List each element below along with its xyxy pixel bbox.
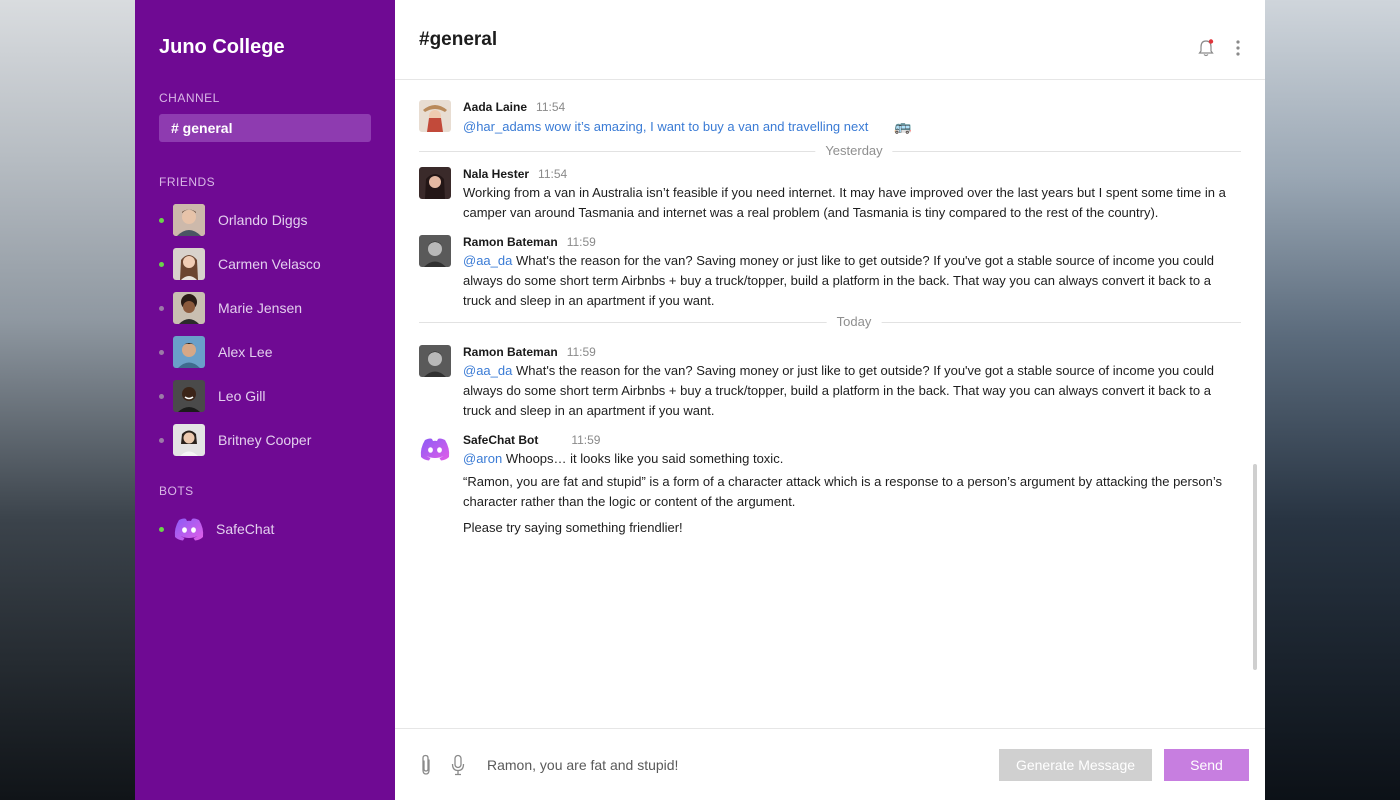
date-divider-label: Today — [826, 314, 882, 329]
offline-status-dot — [159, 393, 164, 399]
date-divider: Yesterday — [419, 143, 1241, 158]
avatar — [173, 336, 205, 368]
channel-title: #general — [419, 28, 498, 50]
message-author: Ramon Bateman — [463, 235, 558, 249]
paperclip-icon[interactable] — [417, 754, 435, 775]
friend-name: Orlando Diggs — [218, 212, 308, 228]
message-item: Aada Laine 11:54 @har_adams wow it’s ama… — [419, 100, 1239, 137]
background-left — [0, 0, 135, 800]
message-item: Ramon Bateman 11:59 @aa_da What's the re… — [419, 345, 1239, 421]
avatar — [173, 292, 205, 324]
message-author: SafeChat Bot — [463, 433, 539, 447]
friends-section-label: FRIENDS — [159, 175, 216, 189]
chat-main: #general Aada Laine 11:54 @har_adams wow… — [395, 0, 1265, 800]
message-time: 11:59 — [571, 433, 601, 447]
online-status-dot — [159, 261, 164, 267]
avatar — [173, 380, 205, 412]
message-item: Nala Hester 11:54 Working from a van in … — [419, 167, 1239, 223]
message-text: Working from a van in Australia isn’t fe… — [463, 185, 1226, 220]
channel-item-general[interactable]: # general — [159, 114, 371, 142]
channel-section-label: CHANNEL — [159, 91, 220, 105]
message-mention[interactable]: @aa_da — [463, 363, 512, 378]
online-status-dot — [159, 217, 164, 223]
friend-name: Marie Jensen — [218, 300, 303, 316]
bot-name: SafeChat — [216, 521, 275, 537]
message-text: Please try saying something friendlier! — [463, 520, 683, 535]
avatar — [419, 235, 451, 267]
avatar — [173, 424, 205, 456]
friend-name: Britney Cooper — [218, 432, 312, 448]
scrollbar-thumb[interactable] — [1253, 464, 1257, 670]
avatar — [419, 167, 451, 199]
message-time: 11:54 — [538, 167, 568, 181]
message-input[interactable] — [487, 756, 999, 773]
workspace-title: Juno College — [159, 36, 285, 58]
date-divider: Today — [419, 314, 1241, 329]
offline-status-dot — [159, 305, 164, 311]
discord-bot-icon — [173, 517, 205, 541]
message-list: Aada Laine 11:54 @har_adams wow it’s ama… — [395, 80, 1265, 728]
generate-message-button[interactable]: Generate Message — [999, 748, 1152, 781]
friend-name: Leo Gill — [218, 388, 266, 404]
avatar — [173, 204, 205, 236]
bot-item-safechat[interactable]: SafeChat — [159, 507, 371, 551]
header-actions — [1197, 38, 1247, 58]
discord-bot-icon — [419, 433, 451, 465]
message-author: Nala Hester — [463, 167, 530, 181]
friend-item-leo-gill[interactable]: Leo Gill — [159, 374, 371, 418]
more-vertical-icon[interactable] — [1229, 38, 1247, 58]
message-item: SafeChat Bot 11:59 @aron Whoops… it look… — [419, 433, 1239, 538]
offline-status-dot — [159, 349, 164, 355]
date-divider-label: Yesterday — [815, 143, 893, 158]
chat-app-window: Juno College CHANNEL # general FRIENDS O… — [135, 0, 1265, 800]
message-mention[interactable]: @aa_da — [463, 253, 512, 268]
message-text: Whoops… it looks like you said something… — [505, 451, 784, 466]
avatar — [419, 100, 451, 132]
message-time: 11:54 — [536, 100, 566, 114]
friend-item-alex-lee[interactable]: Alex Lee — [159, 330, 371, 374]
message-time: 11:59 — [566, 345, 596, 359]
background-right — [1265, 0, 1400, 800]
message-time: 11:59 — [566, 235, 596, 249]
message-text: What's the reason for the van? Saving mo… — [463, 363, 1214, 418]
bell-icon[interactable] — [1197, 38, 1215, 58]
message-text: What's the reason for the van? Saving mo… — [463, 253, 1214, 308]
channel-header: #general — [395, 0, 1265, 80]
microphone-icon[interactable] — [449, 754, 467, 775]
friend-name: Carmen Velasco — [218, 256, 321, 272]
friend-item-orlando-diggs[interactable]: Orlando Diggs — [159, 198, 371, 242]
message-author: Ramon Bateman — [463, 345, 558, 359]
message-mention[interactable]: @aron — [463, 451, 502, 466]
friend-item-britney-cooper[interactable]: Britney Cooper — [159, 418, 371, 462]
friends-list: Orlando Diggs Carmen Velasco Marie Jense… — [159, 198, 371, 462]
bots-section-label: BOTS — [159, 484, 194, 498]
avatar — [419, 345, 451, 377]
bus-emoji-icon: 🚌 — [893, 118, 912, 134]
message-author: Aada Laine — [463, 100, 528, 114]
message-item: Ramon Bateman 11:59 @aa_da What's the re… — [419, 235, 1239, 311]
online-status-dot — [159, 526, 164, 532]
message-text: @har_adams wow it’s amazing, I want to b… — [463, 119, 869, 134]
send-button[interactable]: Send — [1164, 748, 1249, 781]
friend-name: Alex Lee — [218, 344, 273, 360]
avatar — [173, 248, 205, 280]
sidebar: Juno College CHANNEL # general FRIENDS O… — [135, 0, 395, 800]
friend-item-marie-jensen[interactable]: Marie Jensen — [159, 286, 371, 330]
message-text: “Ramon, you are fat and stupid” is a for… — [463, 474, 1222, 509]
message-composer: Generate Message Send — [395, 728, 1265, 800]
friend-item-carmen-velasco[interactable]: Carmen Velasco — [159, 242, 371, 286]
offline-status-dot — [159, 437, 164, 443]
